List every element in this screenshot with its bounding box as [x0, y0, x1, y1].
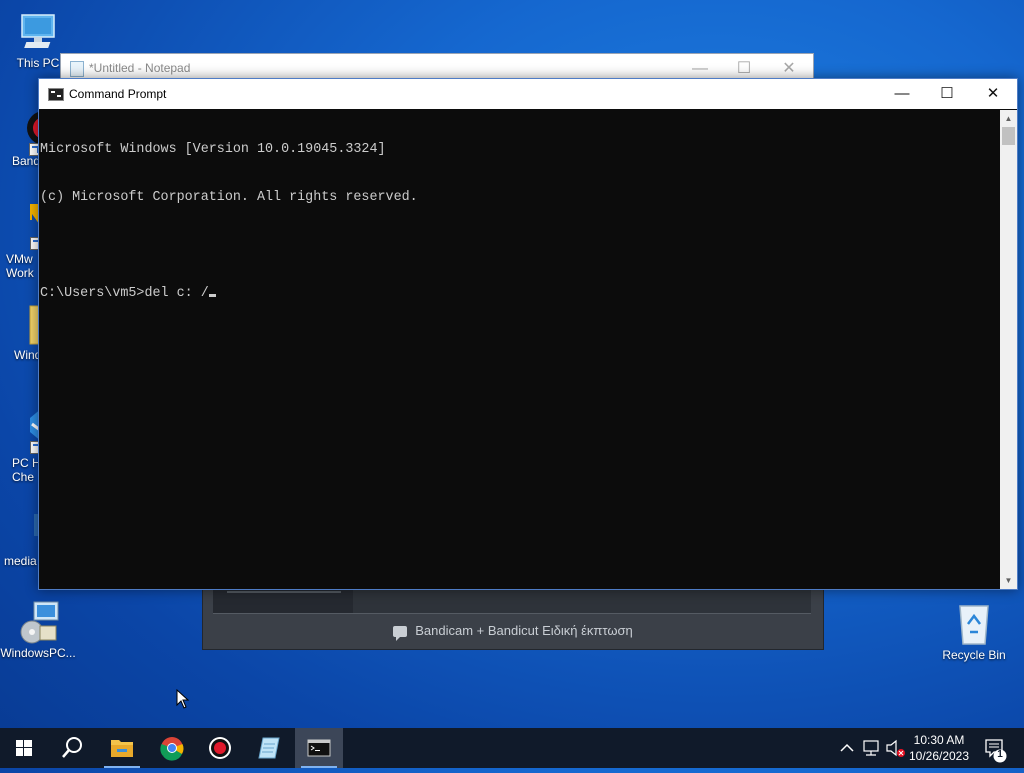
record-icon [209, 737, 231, 759]
notepad-minimize-button[interactable]: — [677, 58, 723, 80]
chat-icon [393, 626, 408, 642]
taskbar-clock[interactable]: 10:30 AM 10/26/2023 [900, 732, 978, 764]
cmd-maximize-button[interactable]: ☐ [924, 79, 970, 109]
notepad-title: *Untitled - Notepad [89, 61, 191, 75]
search-icon [62, 737, 82, 758]
start-button[interactable] [0, 728, 48, 768]
console-line: (c) Microsoft Corporation. All rights re… [40, 190, 418, 205]
clock-date: 10/26/2023 [908, 749, 970, 763]
console-output[interactable]: Microsoft Windows [Version 10.0.19045.33… [39, 110, 1000, 589]
search-button[interactable] [48, 728, 96, 768]
recycle-bin-icon [952, 602, 996, 646]
taskbar-command-prompt[interactable] [295, 728, 343, 768]
scroll-up-arrow-icon[interactable]: ▲ [1000, 110, 1017, 127]
bandicam-window[interactable]: Bandicam + Bandicut Ειδική έκπτωση [202, 580, 824, 650]
network-icon [863, 740, 879, 756]
cmd-title: Command Prompt [69, 87, 167, 101]
tray-network[interactable] [860, 728, 884, 768]
chevron-up-icon [840, 743, 854, 752]
notepad-maximize-button[interactable]: ☐ [721, 58, 767, 80]
cmd-close-button[interactable]: ✕ [970, 79, 1016, 109]
cmd-icon [307, 739, 331, 757]
notepad-icon [258, 737, 280, 759]
desktop-icon-recycle-bin[interactable]: Recycle Bin [936, 602, 1012, 662]
notification-icon [985, 739, 1007, 763]
bandicam-promo-text: Bandicam + Bandicut Ειδική έκπτωση [415, 623, 633, 638]
installer-icon [16, 600, 60, 644]
tray-show-hidden-icons[interactable] [836, 728, 858, 768]
taskbar-file-explorer[interactable] [98, 728, 146, 768]
cmd-minimize-button[interactable]: — [879, 79, 925, 109]
taskbar-chrome[interactable] [148, 728, 196, 768]
computer-icon [16, 10, 60, 54]
notepad-close-button[interactable]: ✕ [766, 58, 812, 80]
desktop-icon-label: Recycle Bin [942, 648, 1006, 662]
chrome-icon [160, 737, 184, 761]
taskbar-bandicam[interactable] [196, 728, 244, 768]
desktop-icon-windowspc[interactable]: WindowsPC... [0, 600, 76, 660]
console-prompt-line: C:\Users\vm5>del c: / [40, 286, 1000, 302]
cmd-app-icon [48, 88, 64, 101]
cmd-vertical-scrollbar[interactable]: ▲ ▼ [1000, 110, 1017, 589]
cmd-titlebar[interactable]: Command Prompt — ☐ ✕ [39, 79, 1017, 109]
notepad-icon [70, 61, 84, 77]
bandicam-promo-link[interactable]: Bandicam + Bandicut Ειδική έκπτωση [203, 623, 823, 642]
text-cursor [208, 294, 216, 297]
clock-time: 10:30 AM [913, 733, 965, 747]
taskbar-notepad[interactable] [245, 728, 293, 768]
scrollbar-thumb[interactable] [1002, 127, 1015, 145]
action-center-button[interactable]: 1 [980, 728, 1024, 768]
desktop-icon-label: WindowsPC... [0, 646, 76, 660]
scroll-down-arrow-icon[interactable]: ▼ [1000, 572, 1017, 589]
windows-logo-icon [16, 740, 32, 756]
folder-icon [111, 740, 133, 757]
console-command-text: C:\Users\vm5>del c: / [40, 286, 209, 301]
notification-count: 1 [997, 749, 1003, 760]
taskbar: 10:30 AM 10/26/2023 1 [0, 728, 1024, 768]
console-line: Microsoft Windows [Version 10.0.19045.33… [40, 142, 386, 157]
command-prompt-window[interactable]: Command Prompt — ☐ ✕ Microsoft Windows [… [38, 78, 1018, 590]
